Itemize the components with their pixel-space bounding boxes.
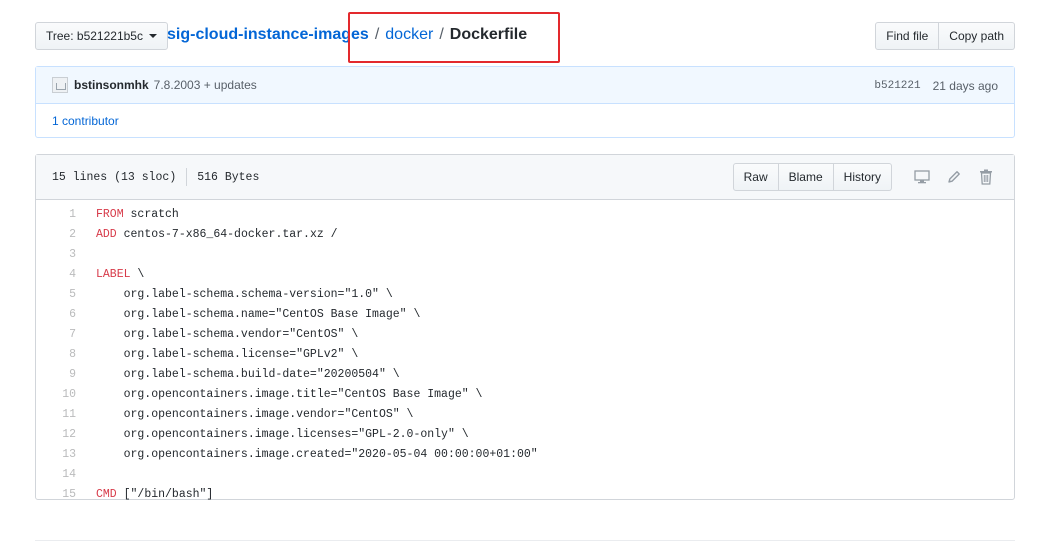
breadcrumb: sig-cloud-instance-images / docker / Doc… bbox=[167, 26, 527, 44]
commit-message-link[interactable]: 7.8.2003 + updates bbox=[154, 78, 257, 92]
branch-select-button[interactable]: Tree: b521221b5c bbox=[35, 22, 168, 50]
line-content: org.label-schema.license="GPLv2" \ bbox=[76, 347, 359, 361]
line-number[interactable]: 1 bbox=[36, 208, 76, 221]
caret-down-icon bbox=[148, 34, 157, 38]
branch-select-label: Tree: b521221b5c bbox=[46, 29, 143, 43]
code-line: 8 org.label-schema.license="GPLv2" \ bbox=[36, 344, 1014, 364]
line-content: org.label-schema.vendor="CentOS" \ bbox=[76, 327, 359, 341]
latest-commit-bar: bstinsonmhk 7.8.2003 + updates b521221 2… bbox=[36, 67, 1014, 104]
breadcrumb-repo-link[interactable]: sig-cloud-instance-images bbox=[167, 26, 369, 44]
line-content: org.label-schema.schema-version="1.0" \ bbox=[76, 288, 393, 301]
code-line: 2 ADD centos-7-x86_64-docker.tar.xz / bbox=[36, 224, 1014, 244]
desktop-icon[interactable] bbox=[910, 163, 934, 191]
code-line: 9 org.label-schema.build-date="20200504"… bbox=[36, 364, 1014, 384]
line-content: CMD ["/bin/bash"] bbox=[76, 488, 213, 501]
history-button[interactable]: History bbox=[833, 163, 892, 191]
line-content: org.opencontainers.image.licenses="GPL-2… bbox=[76, 428, 469, 441]
file-action-buttons: Raw Blame History bbox=[732, 163, 892, 191]
code-line: 13 org.opencontainers.image.created="202… bbox=[36, 444, 1014, 464]
code-line: 5 org.label-schema.schema-version="1.0" … bbox=[36, 284, 1014, 304]
code-line: 11 org.opencontainers.image.vendor="Cent… bbox=[36, 404, 1014, 424]
line-content: org.opencontainers.image.created="2020-0… bbox=[76, 448, 538, 461]
line-text: org.label-schema.schema-version="1.0" \ bbox=[96, 287, 393, 301]
file-nav-buttons: Find file Copy path bbox=[875, 22, 1015, 50]
file-header: 15 lines (13 sloc) 516 Bytes Raw Blame H… bbox=[36, 155, 1014, 200]
code-line: 12 org.opencontainers.image.licenses="GP… bbox=[36, 424, 1014, 444]
code-line: 3 bbox=[36, 244, 1014, 264]
line-text: org.opencontainers.image.title="CentOS B… bbox=[96, 387, 483, 401]
file-line-count: 15 lines (13 sloc) bbox=[52, 170, 177, 184]
file-actions: Raw Blame History bbox=[732, 163, 998, 191]
line-text: scratch bbox=[123, 207, 179, 221]
raw-button[interactable]: Raw bbox=[732, 163, 779, 191]
blame-button[interactable]: Blame bbox=[778, 163, 834, 191]
file-size: 516 Bytes bbox=[197, 170, 260, 184]
line-content: LABEL \ bbox=[76, 268, 144, 281]
commit-meta: b521221 21 days ago bbox=[874, 67, 998, 104]
line-text: ["/bin/bash"] bbox=[116, 487, 214, 501]
commit-sha-link[interactable]: b521221 bbox=[874, 80, 920, 92]
line-number[interactable]: 6 bbox=[36, 308, 76, 321]
find-file-button[interactable]: Find file bbox=[875, 22, 940, 50]
line-number[interactable]: 3 bbox=[36, 248, 76, 261]
line-number[interactable]: 9 bbox=[36, 368, 76, 381]
code-line: 10 org.opencontainers.image.title="CentO… bbox=[36, 384, 1014, 404]
contributors-link[interactable]: 1 contributor bbox=[52, 114, 119, 128]
line-number[interactable]: 2 bbox=[36, 228, 76, 241]
line-number[interactable]: 7 bbox=[36, 328, 76, 341]
line-number[interactable]: 12 bbox=[36, 428, 76, 441]
dockerfile-keyword: CMD bbox=[96, 487, 117, 501]
line-number[interactable]: 10 bbox=[36, 388, 76, 401]
line-text: org.opencontainers.image.created="2020-0… bbox=[96, 447, 538, 461]
pencil-icon[interactable] bbox=[942, 163, 966, 191]
avatar[interactable] bbox=[52, 77, 68, 93]
line-content: org.label-schema.build-date="20200504" \ bbox=[76, 368, 400, 381]
file-navigation: Tree: b521221b5c sig-cloud-instance-imag… bbox=[35, 12, 1015, 63]
line-content: ADD centos-7-x86_64-docker.tar.xz / bbox=[76, 228, 338, 241]
divider bbox=[35, 540, 1015, 541]
line-text: org.label-schema.build-date="20200504" \ bbox=[96, 367, 400, 381]
commit-tease: bstinsonmhk 7.8.2003 + updates b521221 2… bbox=[35, 66, 1015, 138]
commit-date: 21 days ago bbox=[932, 78, 998, 93]
line-text: org.label-schema.name="CentOS Base Image… bbox=[96, 307, 421, 321]
line-number[interactable]: 8 bbox=[36, 348, 76, 361]
line-content: FROM scratch bbox=[76, 208, 179, 221]
breadcrumb-current-file: Dockerfile bbox=[449, 26, 528, 43]
line-number[interactable]: 11 bbox=[36, 408, 76, 421]
copy-path-button[interactable]: Copy path bbox=[939, 22, 1015, 50]
line-content: org.label-schema.name="CentOS Base Image… bbox=[76, 307, 421, 321]
trash-icon[interactable] bbox=[974, 163, 998, 191]
line-number[interactable]: 15 bbox=[36, 488, 76, 501]
line-text: org.label-schema.license="GPLv2" \ bbox=[96, 347, 359, 361]
line-text: org.label-schema.vendor="CentOS" \ bbox=[96, 327, 359, 341]
line-text: org.opencontainers.image.licenses="GPL-2… bbox=[96, 427, 469, 441]
dockerfile-keyword: ADD bbox=[96, 227, 117, 241]
file-info: 15 lines (13 sloc) 516 Bytes bbox=[52, 168, 259, 186]
breadcrumb-folder-link[interactable]: docker bbox=[385, 26, 433, 44]
line-number[interactable]: 5 bbox=[36, 288, 76, 301]
code-line: 15 CMD ["/bin/bash"] bbox=[36, 484, 1014, 504]
code-blob: 1 FROM scratch 2 ADD centos-7-x86_64-docker… bbox=[36, 200, 1014, 504]
file-viewer: 15 lines (13 sloc) 516 Bytes Raw Blame H… bbox=[35, 154, 1015, 501]
line-text: centos-7-x86_64-docker.tar.xz / bbox=[116, 227, 338, 241]
contributors-bar: 1 contributor bbox=[36, 104, 1014, 138]
line-number[interactable]: 14 bbox=[36, 468, 76, 481]
line-content: org.opencontainers.image.vendor="CentOS"… bbox=[76, 407, 414, 421]
code-line: 7 org.label-schema.vendor="CentOS" \ bbox=[36, 324, 1014, 344]
line-number[interactable]: 4 bbox=[36, 268, 76, 281]
line-text: org.opencontainers.image.vendor="CentOS"… bbox=[96, 407, 414, 421]
dockerfile-keyword: LABEL bbox=[96, 267, 131, 281]
code-line: 14 bbox=[36, 464, 1014, 484]
code-line: 1 FROM scratch bbox=[36, 204, 1014, 224]
line-number[interactable]: 13 bbox=[36, 448, 76, 461]
line-text: \ bbox=[130, 267, 145, 281]
dockerfile-keyword: FROM bbox=[96, 207, 124, 221]
commit-author-link[interactable]: bstinsonmhk bbox=[74, 78, 149, 92]
line-content: org.opencontainers.image.title="CentOS B… bbox=[76, 387, 483, 401]
breadcrumb-separator: / bbox=[374, 26, 380, 43]
file-info-divider bbox=[186, 168, 188, 186]
code-line: 4 LABEL \ bbox=[36, 264, 1014, 284]
code-line: 6 org.label-schema.name="CentOS Base Ima… bbox=[36, 304, 1014, 324]
breadcrumb-separator: / bbox=[439, 26, 444, 43]
